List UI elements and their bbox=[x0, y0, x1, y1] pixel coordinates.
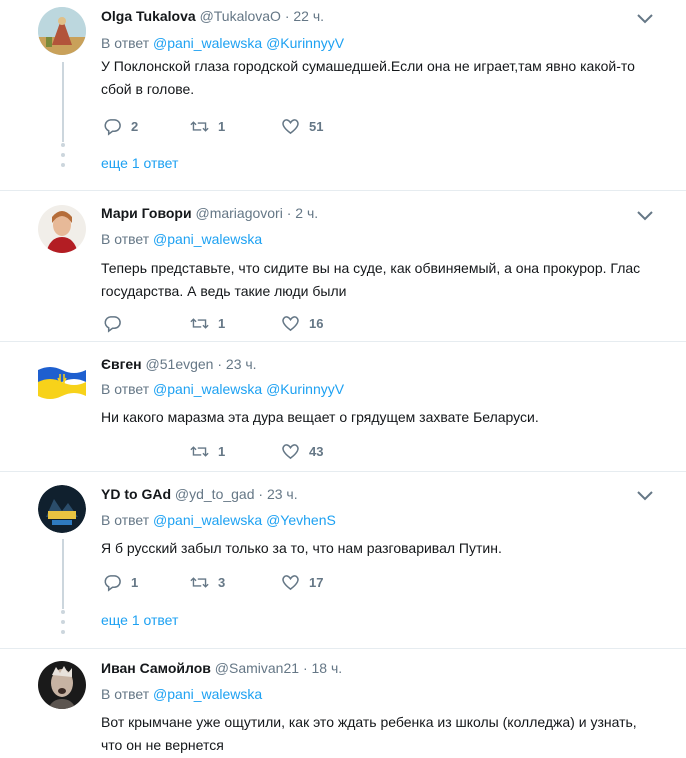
chevron-down-icon[interactable] bbox=[636, 490, 654, 502]
retweet-icon bbox=[190, 577, 209, 588]
retweet-button[interactable]: 3 bbox=[190, 573, 225, 592]
mention-link[interactable]: @KurinnyyV bbox=[266, 35, 344, 51]
like-icon bbox=[282, 316, 299, 332]
like-icon bbox=[282, 575, 299, 591]
tweet[interactable]: Євген @51evgen · 23 ч. В ответ @pani_wal… bbox=[0, 342, 686, 472]
retweet-button[interactable]: 1 bbox=[190, 314, 225, 333]
reply-button[interactable]: 1 bbox=[103, 573, 138, 592]
reply-count: 1 bbox=[131, 575, 139, 590]
reply-icon bbox=[104, 575, 121, 592]
tweet-header: Иван Самойлов @Samivan21 · 18 ч. bbox=[101, 660, 342, 676]
tweet-header: Olga Tukalova @TukalovaO · 22 ч. bbox=[101, 8, 324, 24]
reply-prefix: В ответ bbox=[101, 35, 150, 51]
tweet[interactable]: YD to GAd @yd_to_gad · 23 ч. В ответ @pa… bbox=[0, 472, 686, 649]
author-name[interactable]: Olga Tukalova bbox=[101, 8, 196, 24]
reply-prefix: В ответ bbox=[101, 512, 150, 528]
reply-context: В ответ @pani_walewska @YevhenS bbox=[101, 512, 336, 528]
timestamp[interactable]: · 2 ч. bbox=[287, 205, 318, 221]
retweet-icon bbox=[190, 446, 209, 457]
show-more-replies-link[interactable]: еще 1 ответ bbox=[101, 612, 178, 628]
tweet[interactable]: Olga Tukalova @TukalovaO · 22 ч. В ответ… bbox=[0, 0, 686, 191]
show-more-replies-link[interactable]: еще 1 ответ bbox=[101, 155, 178, 171]
mention-link[interactable]: @pani_walewska bbox=[153, 381, 262, 397]
tweet-text: Ни какого маразма эта дура вещает о гряд… bbox=[101, 409, 539, 425]
like-count: 17 bbox=[309, 575, 324, 590]
author-handle[interactable]: @Samivan21 bbox=[215, 660, 299, 676]
avatar[interactable] bbox=[38, 356, 86, 404]
reply-context: В ответ @pani_walewska @KurinnyyV bbox=[101, 381, 344, 397]
author-handle[interactable]: @mariagovori bbox=[195, 205, 282, 221]
like-button[interactable]: 16 bbox=[281, 314, 323, 333]
reply-prefix: В ответ bbox=[101, 231, 150, 247]
mention-link[interactable]: @pani_walewska bbox=[153, 512, 262, 528]
author-handle[interactable]: @yd_to_gad bbox=[175, 486, 255, 502]
retweet-icon bbox=[190, 318, 209, 329]
tweet[interactable]: Иван Самойлов @Samivan21 · 18 ч. В ответ… bbox=[0, 649, 686, 758]
avatar[interactable] bbox=[38, 485, 86, 533]
author-handle[interactable]: @TukalovaO bbox=[200, 8, 281, 24]
retweet-button[interactable]: 1 bbox=[190, 117, 225, 136]
tweet[interactable]: Мари Говори @mariagovori · 2 ч. В ответ … bbox=[0, 191, 686, 342]
author-name[interactable]: Иван Самойлов bbox=[101, 660, 211, 676]
reply-context: В ответ @pani_walewska bbox=[101, 231, 262, 247]
like-count: 51 bbox=[309, 119, 324, 134]
thread-line bbox=[62, 539, 64, 609]
like-button[interactable]: 51 bbox=[281, 117, 323, 136]
timestamp[interactable]: · 22 ч. bbox=[285, 8, 324, 24]
tweet-text: У Поклонской глаза городской сумашедшей.… bbox=[101, 58, 635, 97]
avatar[interactable] bbox=[38, 661, 86, 709]
author-name[interactable]: Євген bbox=[101, 356, 142, 372]
reply-icon bbox=[104, 119, 121, 136]
reply-button[interactable] bbox=[103, 314, 131, 333]
reply-context: В ответ @pani_walewska bbox=[101, 686, 262, 702]
mention-link[interactable]: @pani_walewska bbox=[153, 231, 262, 247]
reply-button[interactable]: 2 bbox=[103, 117, 138, 136]
thread-line bbox=[62, 62, 64, 142]
mention-link[interactable]: @pani_walewska bbox=[153, 35, 262, 51]
timestamp[interactable]: · 23 ч. bbox=[217, 356, 256, 372]
author-name[interactable]: YD to GAd bbox=[101, 486, 171, 502]
like-count: 43 bbox=[309, 444, 324, 459]
mention-link[interactable]: @KurinnyyV bbox=[266, 381, 344, 397]
like-button[interactable]: 43 bbox=[281, 442, 323, 461]
tweet-header: YD to GAd @yd_to_gad · 23 ч. bbox=[101, 486, 298, 502]
mention-link[interactable]: @pani_walewska bbox=[153, 686, 262, 702]
chevron-down-icon[interactable] bbox=[636, 210, 654, 222]
author-handle[interactable]: @51evgen bbox=[146, 356, 214, 372]
author-name[interactable]: Мари Говори bbox=[101, 205, 192, 221]
reply-icon bbox=[104, 316, 121, 333]
like-button[interactable]: 17 bbox=[281, 573, 323, 592]
thread-dots bbox=[61, 143, 65, 173]
retweet-button[interactable]: 1 bbox=[190, 442, 225, 461]
tweet-text: Вот крымчане уже ощутили, как это ждать … bbox=[101, 714, 637, 753]
chevron-down-icon[interactable] bbox=[636, 13, 654, 25]
like-count: 16 bbox=[309, 316, 324, 331]
thread-dots bbox=[61, 610, 65, 640]
retweet-count: 3 bbox=[218, 575, 226, 590]
tweet-text: Теперь представьте, что сидите вы на суд… bbox=[101, 260, 641, 299]
timestamp[interactable]: · 18 ч. bbox=[303, 660, 342, 676]
retweet-count: 1 bbox=[218, 444, 226, 459]
reply-count: 2 bbox=[131, 119, 139, 134]
retweet-icon bbox=[190, 121, 209, 132]
tweet-header: Євген @51evgen · 23 ч. bbox=[101, 356, 257, 372]
avatar[interactable] bbox=[38, 205, 86, 253]
like-icon bbox=[282, 444, 299, 460]
tweet-text: Я б русский забыл только за то, что нам … bbox=[101, 540, 502, 556]
reply-prefix: В ответ bbox=[101, 686, 150, 702]
timestamp[interactable]: · 23 ч. bbox=[258, 486, 297, 502]
reply-prefix: В ответ bbox=[101, 381, 150, 397]
retweet-count: 1 bbox=[218, 119, 226, 134]
tweet-header: Мари Говори @mariagovori · 2 ч. bbox=[101, 205, 318, 221]
reply-context: В ответ @pani_walewska @KurinnyyV bbox=[101, 35, 344, 51]
like-icon bbox=[282, 119, 299, 135]
avatar[interactable] bbox=[38, 7, 86, 55]
mention-link[interactable]: @YevhenS bbox=[266, 512, 336, 528]
retweet-count: 1 bbox=[218, 316, 226, 331]
